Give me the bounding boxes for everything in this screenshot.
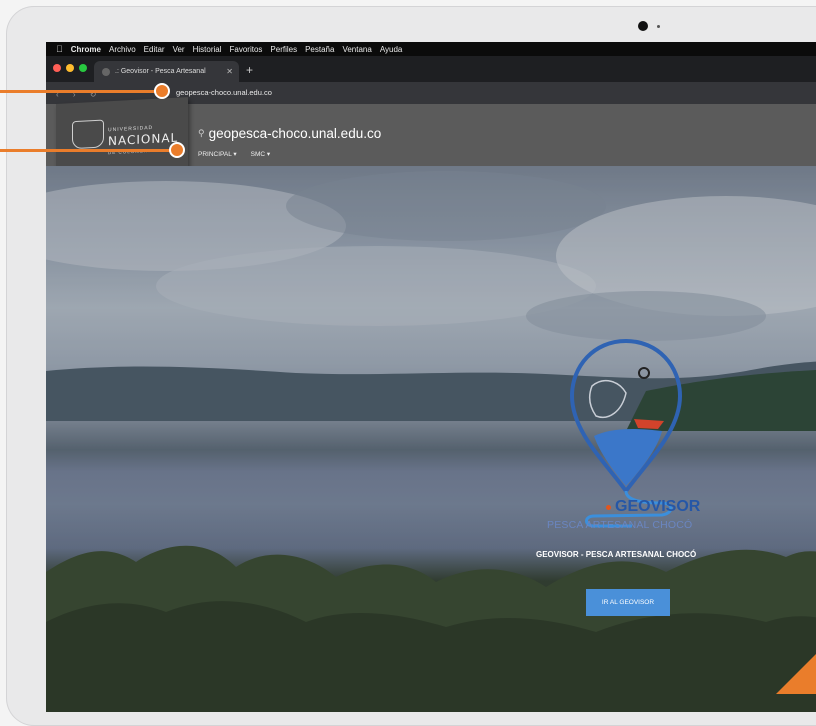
callout-line-url [0,90,160,93]
site-title-text: geopesca-choco.unal.edu.co [208,126,382,141]
menubar-item-favoritos[interactable]: Favoritos [230,45,263,54]
orange-dot-icon [606,504,611,510]
browser-tab-active[interactable]: .: Geovisor - Pesca Artesanal ✕ [94,61,239,82]
corner-accent [776,654,816,694]
address-input[interactable]: geopesca-choco.unal.edu.co [176,88,272,97]
geovisor-logo-title-text: GEOVISOR [615,498,701,515]
location-pin-icon: ⚲ [198,128,205,138]
ir-al-geovisor-button[interactable]: IR AL GEOVISOR [586,589,670,616]
menubar-item-perfiles[interactable]: Perfiles [270,45,297,54]
shield-icon [72,119,104,150]
favicon-icon [102,67,110,76]
close-tab-icon[interactable]: ✕ [226,67,233,76]
menubar-item-ver[interactable]: Ver [173,45,185,54]
hero-section: GEOVISOR PESCA ARTESANAL CHOCÓ GEOVISOR … [46,166,816,712]
browser-tabbar: .: Geovisor - Pesca Artesanal ✕ + [46,56,816,82]
site-header: UNIVERSIDAD NACIONAL DE COLOMBIA ⚲ geope… [46,97,816,182]
menubar-item-ayuda[interactable]: Ayuda [380,45,403,54]
apple-icon[interactable]:  [56,44,63,54]
nav-item-principal[interactable]: PRINCIPAL ▾ [198,150,237,158]
new-tab-button[interactable]: + [246,63,253,77]
minimize-window-button[interactable] [66,64,74,72]
site-title[interactable]: ⚲ geopesca-choco.unal.edu.co [198,126,381,141]
logo-big-text: NACIONAL [108,130,179,149]
laptop-frame:  Chrome Archivo Editar Ver Historial Fa… [6,6,816,726]
webcam [638,21,648,31]
site-nav: PRINCIPAL ▾ SMC ▾ [198,150,270,158]
geovisor-logo-title: GEOVISOR [606,498,700,516]
menubar-app-name[interactable]: Chrome [71,45,101,54]
webcam-indicator [657,25,660,28]
menubar-item-historial[interactable]: Historial [193,45,222,54]
geovisor-logo-subtitle: PESCA ARTESANAL CHOCÓ [547,519,693,531]
callout-dot-url [154,83,170,99]
callout-line-title [0,149,175,152]
close-window-button[interactable] [53,64,61,72]
menubar-item-editar[interactable]: Editar [144,45,165,54]
menubar-item-archivo[interactable]: Archivo [109,45,136,54]
hero-caption: GEOVISOR - PESCA ARTESANAL CHOCÓ [536,550,697,559]
zoom-window-button[interactable] [79,64,87,72]
nav-item-smc[interactable]: SMC ▾ [251,150,271,158]
window-controls [53,64,87,72]
menubar-item-pestana[interactable]: Pestaña [305,45,334,54]
tab-title: .: Geovisor - Pesca Artesanal [115,68,206,75]
menubar-item-ventana[interactable]: Ventana [342,45,371,54]
screen:  Chrome Archivo Editar Ver Historial Fa… [46,42,816,712]
callout-dot-title [169,142,185,158]
mac-menubar:  Chrome Archivo Editar Ver Historial Fa… [46,42,816,56]
